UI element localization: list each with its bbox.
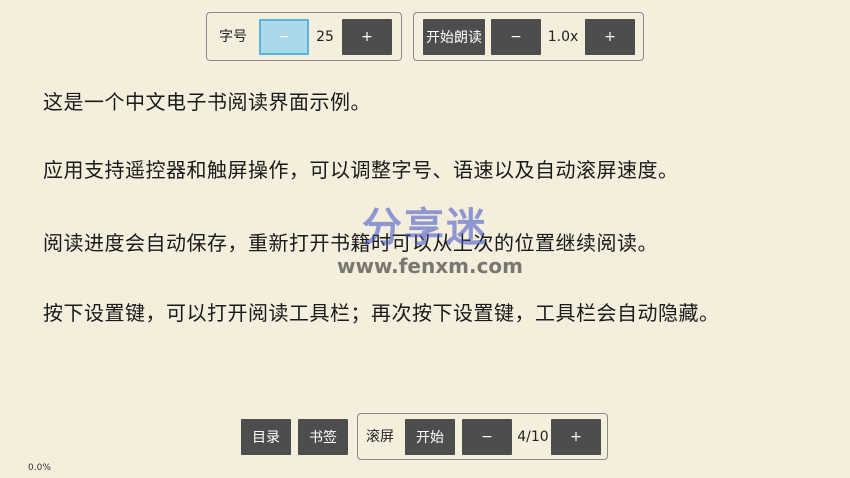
speed-decrease-button[interactable]: −: [491, 19, 541, 55]
font-size-label: 字号: [219, 29, 247, 45]
paragraph: 应用支持遥控器和触屏操作，可以调整字号、语速以及自动滚屏速度。: [43, 158, 679, 182]
font-size-value: 25: [316, 29, 334, 45]
auto-scroll-label: 滚屏: [366, 429, 394, 445]
reading-progress: 0.0%: [28, 463, 51, 473]
scroll-speed-increase-button[interactable]: +: [551, 419, 601, 455]
auto-scroll-panel: 滚屏 开始 − 4/10 +: [357, 413, 608, 460]
speed-increase-button[interactable]: +: [585, 19, 635, 55]
page-indicator: 4/10: [517, 429, 549, 445]
paragraph: 按下设置键，可以打开阅读工具栏；再次按下设置键，工具栏会自动隐藏。: [43, 301, 720, 325]
font-size-panel: 字号 − 25 +: [206, 12, 402, 61]
speech-panel: 开始朗读 − 1.0x +: [413, 12, 644, 61]
font-decrease-button[interactable]: −: [259, 19, 309, 55]
font-increase-button[interactable]: +: [342, 19, 392, 55]
scroll-speed-decrease-button[interactable]: −: [462, 419, 512, 455]
paragraph: 阅读进度会自动保存，重新打开书籍时可以从上次的位置继续阅读。: [43, 231, 658, 255]
scroll-start-button[interactable]: 开始: [405, 419, 455, 455]
start-reading-button[interactable]: 开始朗读: [423, 19, 485, 55]
toc-button[interactable]: 目录: [241, 419, 291, 455]
speed-value: 1.0x: [547, 29, 579, 45]
paragraph: 这是一个中文电子书阅读界面示例。: [43, 90, 371, 114]
bookmark-button[interactable]: 书签: [298, 419, 348, 455]
watermark-url: www.fenxm.com: [336, 254, 524, 278]
